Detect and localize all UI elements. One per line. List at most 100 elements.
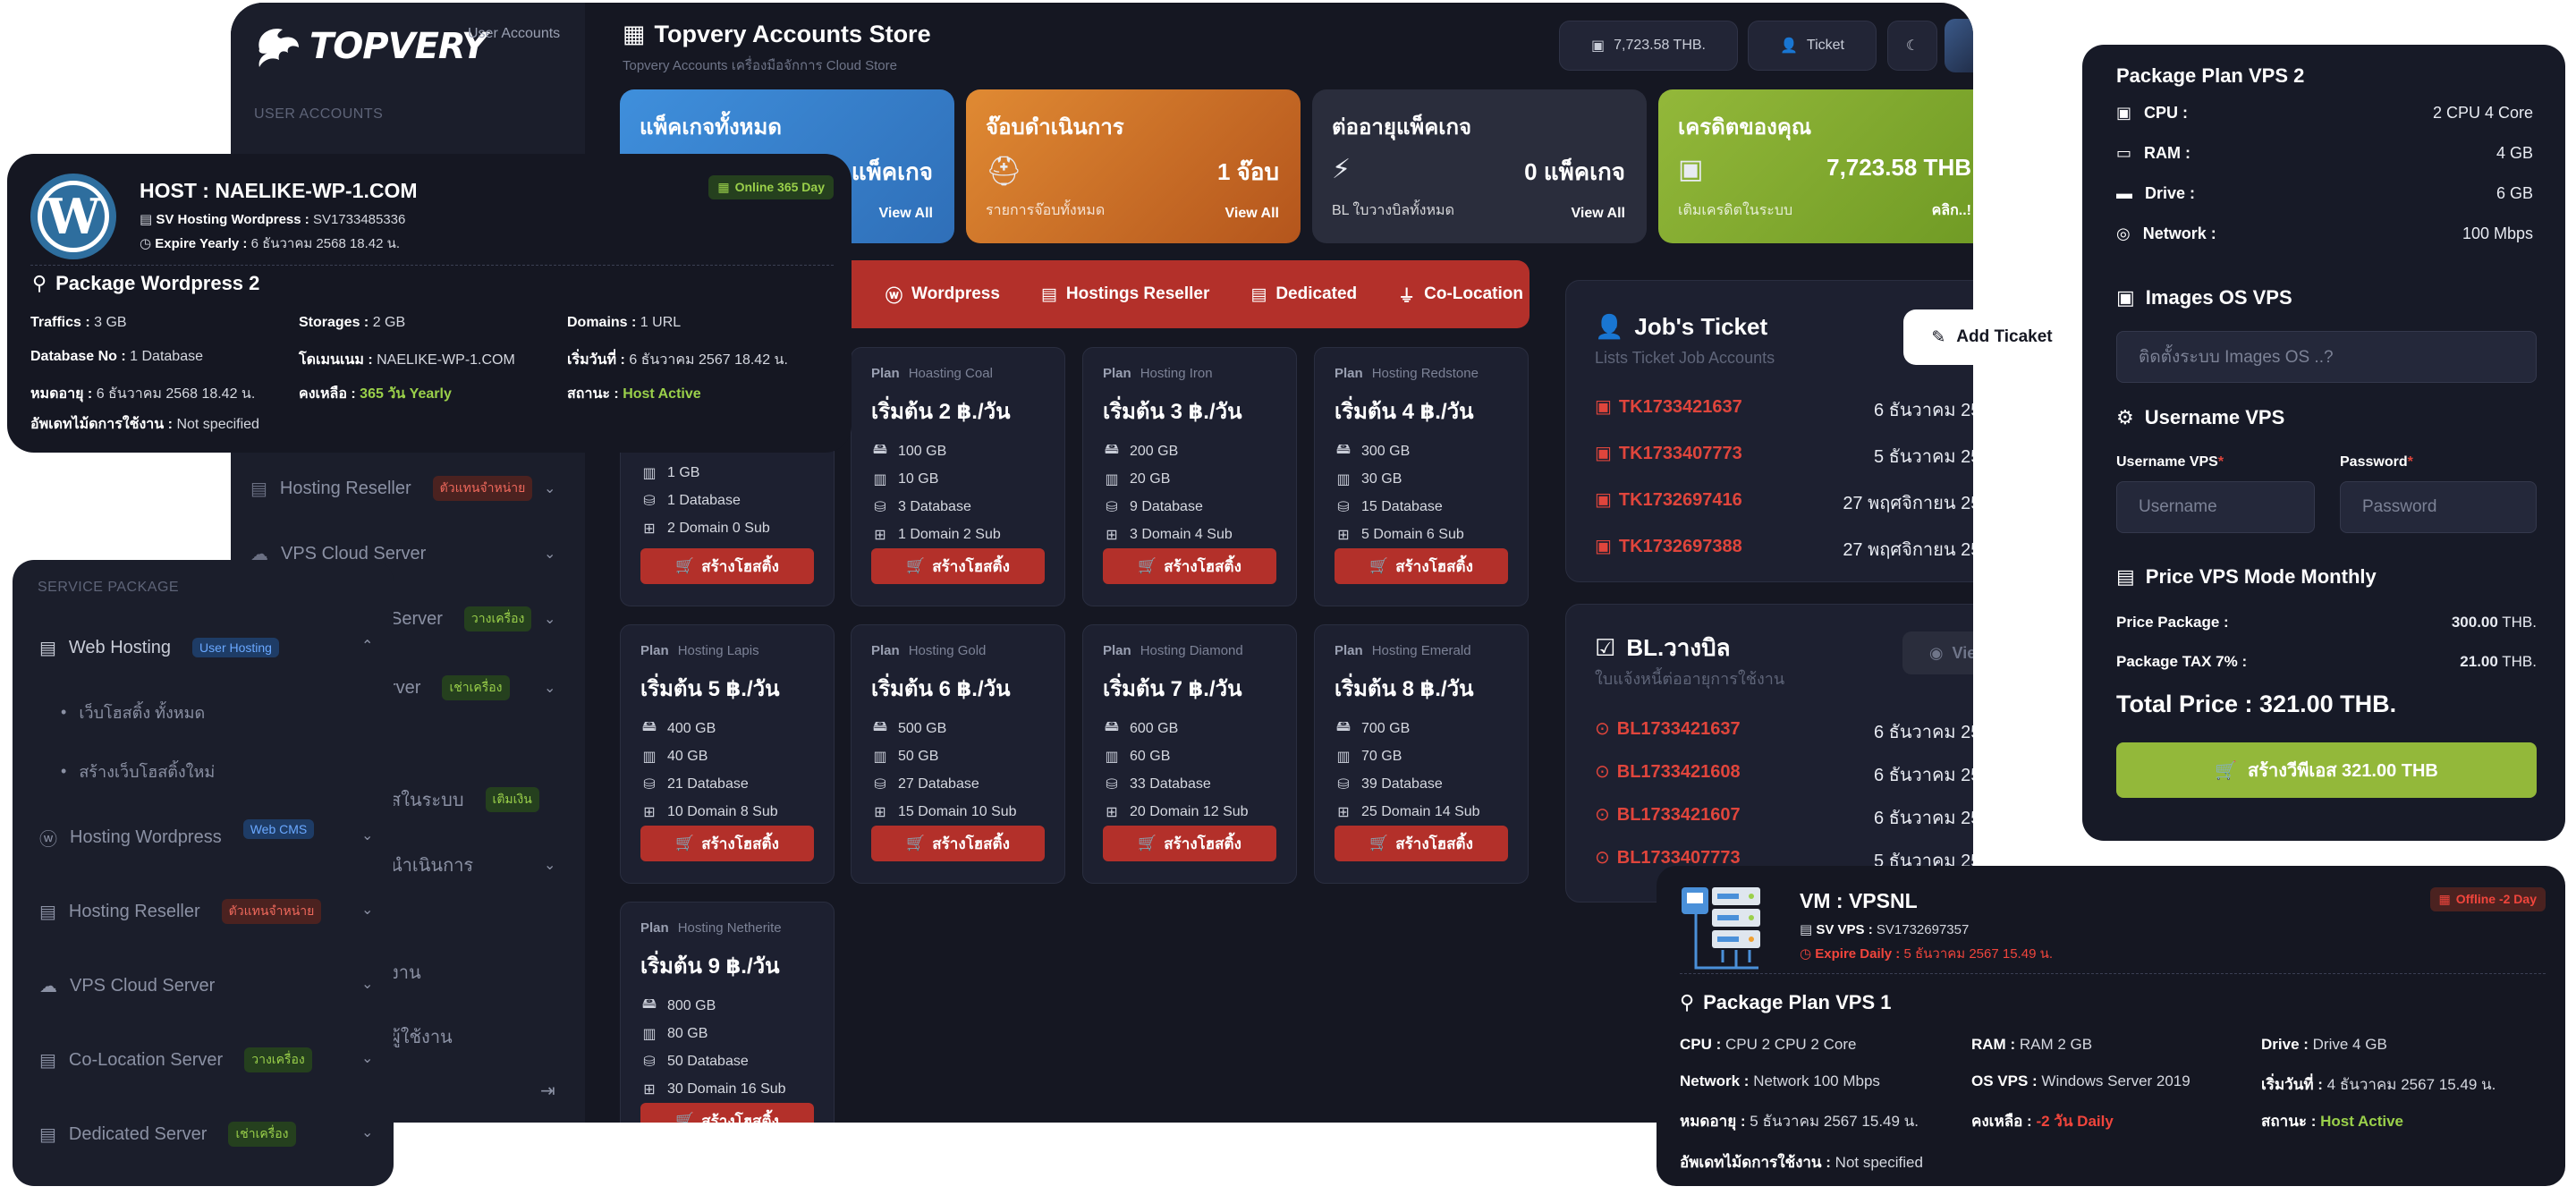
host-detail: โดเมนเนม : NAELIKE-WP-1.COM <box>299 352 515 368</box>
os-image-select[interactable]: ติดตั้งระบบ Images OS ..? <box>2116 331 2537 383</box>
sidebar-item-service[interactable]: ▤ Hosting Reseller ตัวแทนจำหน่าย <box>39 894 322 929</box>
sidebar-item-dedicated[interactable]: rver เช่าเครื่อง <box>390 670 510 706</box>
submenu-new-hosting[interactable]: • สร้างเว็บโฮสติ้งใหม่ <box>61 753 215 789</box>
sidebar-item-colocation[interactable]: Server วางเครื่อง <box>390 601 532 637</box>
create-hosting-button[interactable]: 🛒 สร้างโฮสติ้ง <box>640 1103 814 1123</box>
chevron-up-icon[interactable]: ⌃ <box>361 637 373 655</box>
stat-view-all[interactable]: View All <box>1225 206 1279 222</box>
memory-icon: ▭ <box>2116 144 2132 162</box>
stat-view-all[interactable]: View All <box>879 206 933 222</box>
tab-wordpress[interactable]: ⓦ Wordpress <box>886 283 1000 307</box>
ticket-row[interactable]: ▣TK17334077735 ธันวาคม 2567 21.09 น. <box>1595 442 1973 467</box>
add-ticket-button[interactable]: ✎ Add Ticaket <box>1905 311 2079 363</box>
vm-detail: Drive : Drive 4 GB <box>2261 1036 2387 1053</box>
bill-row[interactable]: ⊙BL17334216086 ธันวาคม 2567 01.00 น. <box>1595 760 1973 785</box>
server-icon: ▤ <box>39 1124 56 1145</box>
create-hosting-button[interactable]: 🛒 สร้างโฮสติ้ง <box>871 548 1045 584</box>
database-icon: ⛁ <box>1337 499 1350 515</box>
view-bl-list-button[interactable]: ◉View BL List's <box>1902 631 1973 674</box>
sidebar-item-web-hosting[interactable]: ▤ Web Hosting User Hosting <box>39 630 279 665</box>
username-section-title: ⚙ Username VPS <box>2116 406 2285 428</box>
network-icon: ◎ <box>2116 225 2131 242</box>
stat-action[interactable]: คลิก..! <box>1932 199 1971 222</box>
bill-row[interactable]: ⊙BL17334216376 ธันวาคม 2567 01.00 น. <box>1595 717 1973 742</box>
stat-value: แพ็คเกจ <box>851 158 933 185</box>
logout-icon[interactable]: ⇥ <box>540 1080 555 1102</box>
plan-price: เริ่มต้น 2 ฿./วัน <box>871 400 1011 424</box>
create-hosting-button[interactable]: 🛒 สร้างโฮสติ้ง <box>1335 826 1508 861</box>
plan-features: 🖴 700 GB ▥ 70 GB ⛁ 39 Database ⊞ 25 Domain 14 S… <box>1335 715 1508 826</box>
password-input[interactable]: Password <box>2340 481 2537 533</box>
username-input[interactable]: Username <box>2116 481 2315 533</box>
avatar[interactable] <box>1945 19 1973 72</box>
wordpress-icon: ⓦ <box>886 286 903 306</box>
cloud-icon: ☁ <box>39 976 57 996</box>
storage-icon: ▥ <box>873 749 887 765</box>
page-title: ▦ Topvery Accounts Store <box>623 21 931 47</box>
create-hosting-button[interactable]: 🛒 สร้างโฮสติ้ง <box>871 826 1045 861</box>
ticket-row[interactable]: ▣TK173269741627 พฤศจิกายน 2567 15.50 น. <box>1595 488 1973 513</box>
chevron-down-icon[interactable]: ⌄ <box>544 479 555 497</box>
chevron-down-icon[interactable]: ⌄ <box>544 856 555 874</box>
bill-row[interactable]: ⊙BL17334216076 ธันวาคม 2567 01.00 น. <box>1595 803 1973 828</box>
ticket-row[interactable]: ▣TK17334216376 ธันวาคม 2567 01.00 น. <box>1595 395 1973 420</box>
sidebar-item-label: Server <box>390 608 443 629</box>
tab-dedicated[interactable]: ▤ Dedicated <box>1250 284 1357 305</box>
stat-card-jobs[interactable]: จ๊อบดำเนินการ ⛑ 1 จ๊อบ รายการจ๊อบทั้งหมด… <box>966 89 1301 243</box>
create-vps-button[interactable]: 🛒 สร้างวีพีเอส 321.00 THB <box>2116 742 2537 798</box>
stat-card-renew[interactable]: ต่ออายุแพ็คเกจ ⚡ 0 แพ็คเกจ BL ใบวางบิลทั… <box>1312 89 1647 243</box>
submenu-all-hosting[interactable]: • เว็บโฮสติ้ง ทั้งหมด <box>61 694 205 730</box>
sidebar-item-work[interactable]: งาน <box>390 954 421 990</box>
chevron-down-icon[interactable]: ⌄ <box>361 1123 373 1141</box>
database-icon: ⛁ <box>643 493 656 509</box>
sidebar-item-users[interactable]: ผู้ใช้งาน <box>390 1019 453 1055</box>
create-hosting-button[interactable]: 🛒 สร้างโฮสติ้ง <box>1103 548 1276 584</box>
sidebar-item-service[interactable]: ☁ VPS Cloud Server <box>39 968 215 1004</box>
wallet-icon: ▣ <box>1590 38 1606 54</box>
vm-detail: CPU : CPU 2 CPU 2 Core <box>1680 1036 1857 1053</box>
sidebar-item-service[interactable]: ⓦ Hosting Wordpress Web CMS <box>39 819 315 855</box>
cart-icon: 🛒 <box>675 1112 695 1123</box>
stat-card-credit[interactable]: เครดิตของคุณ ▣ 7,723.58 THB เติมเครดิตใน… <box>1658 89 1973 243</box>
ticket-button[interactable]: 👤 Ticket <box>1748 21 1877 71</box>
sidebar-item-jobs[interactable]: นำเนินการ <box>390 847 473 883</box>
chevron-down-icon[interactable]: ⌄ <box>544 610 555 628</box>
plan-feature: ⊞ 5 Domain 6 Sub <box>1335 521 1508 548</box>
dollar-icon: ⊙ <box>1595 762 1610 782</box>
stat-view-all[interactable]: View All <box>1572 206 1625 222</box>
chevron-down-icon[interactable]: ⌄ <box>361 1049 373 1067</box>
plan-price: เริ่มต้น 7 ฿./วัน <box>1103 677 1242 701</box>
sidebar-item-credit[interactable]: สในระบบ เติมเงิน <box>390 782 539 818</box>
sidebar-item-hosting-reseller[interactable]: ▤ Hosting Reseller ตัวแทนจำหน่าย <box>250 470 533 506</box>
server-icon: ▤ <box>1040 284 1057 304</box>
create-hosting-button[interactable]: 🛒 สร้างโฮสติ้ง <box>1103 826 1276 861</box>
plan-feature: 🖴 200 GB <box>1103 437 1276 465</box>
plan-feature: ⛁ 27 Database <box>871 770 1045 798</box>
hdd-icon: 🖴 <box>641 996 657 1012</box>
host-detail: Domains : 1 URL <box>567 315 682 330</box>
vm-package: ⚲ Package Plan VPS 1 <box>1680 991 1892 1013</box>
chevron-down-icon[interactable]: ⌄ <box>544 545 555 563</box>
create-hosting-button[interactable]: 🛒 สร้างโฮสติ้ง <box>1335 548 1508 584</box>
chevron-down-icon[interactable]: ⌄ <box>361 826 373 844</box>
tab-colocation[interactable]: ⏚ Co-Location <box>1398 283 1523 307</box>
vps-spec-row: ▬ Drive :6 GB <box>2116 184 2533 202</box>
sidebar-item-service[interactable]: ▤ Co-Location Server วางเครื่อง <box>39 1042 312 1078</box>
chevron-down-icon[interactable]: ⌄ <box>544 679 555 697</box>
vps-plan-title: Package Plan VPS 2 <box>2116 64 2305 87</box>
tab-hosting-reseller[interactable]: ▤ Hostings Reseller <box>1041 284 1209 305</box>
ticket-icon: ▣ <box>1595 397 1612 417</box>
edit-icon: ✎ <box>1931 327 1946 347</box>
sidebar-item-service[interactable]: ▤ Dedicated Server เช่าเครื่อง <box>39 1116 296 1152</box>
create-hosting-button[interactable]: 🛒 สร้างโฮสติ้ง <box>640 826 814 861</box>
credit-pill[interactable]: ▣ 7,723.58 THB. <box>1559 21 1738 71</box>
create-hosting-button[interactable]: 🛒 สร้างโฮสติ้ง <box>640 548 814 584</box>
stat-value: 0 แพ็คเกจ <box>1524 158 1625 185</box>
theme-toggle[interactable]: ☾ <box>1887 21 1937 71</box>
chevron-down-icon[interactable]: ⌄ <box>361 901 373 919</box>
storage-icon: ▥ <box>642 749 657 765</box>
sidebar-badge: วางเครื่อง <box>244 1047 312 1072</box>
database-icon: ⛁ <box>643 776 656 792</box>
chevron-down-icon[interactable]: ⌄ <box>361 975 373 993</box>
ticket-row[interactable]: ▣TK173269738827 พฤศจิกายน 2567 15.49 น. <box>1595 535 1973 560</box>
